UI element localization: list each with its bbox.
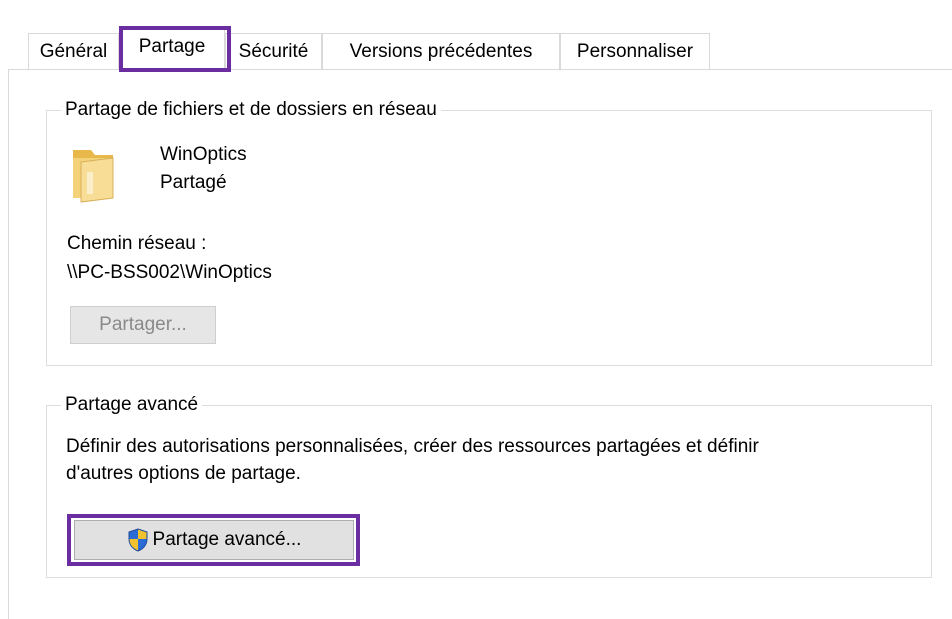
folder-status: Partagé (160, 172, 227, 193)
network-path-value: \\PC-BSS002\WinOptics (67, 262, 272, 283)
advanced-sharing-description-line2: d'autres options de partage. (66, 463, 301, 484)
advanced-sharing-button[interactable]: Partage avancé... (74, 520, 354, 560)
tab-general[interactable]: Général (28, 33, 119, 69)
tab-personnaliser[interactable]: Personnaliser (560, 33, 710, 69)
tab-strip: Général Partage Sécurité Versions précéd… (28, 28, 952, 70)
uac-shield-icon (128, 528, 148, 552)
advanced-sharing-legend: Partage avancé (61, 393, 203, 417)
folder-name: WinOptics (160, 144, 247, 165)
tab-partage[interactable]: Partage (119, 28, 225, 70)
network-sharing-legend: Partage de fichiers et de dossiers en ré… (61, 98, 441, 122)
tab-securite[interactable]: Sécurité (225, 33, 322, 69)
advanced-sharing-description-line1: Définir des autorisations personnalisées… (66, 436, 759, 457)
share-button[interactable]: Partager... (70, 306, 216, 344)
network-path-label: Chemin réseau : (67, 233, 207, 254)
properties-window: Général Partage Sécurité Versions précéd… (0, 0, 952, 619)
advanced-sharing-button-label: Partage avancé... (152, 529, 302, 550)
tab-versions-precedentes[interactable]: Versions précédentes (322, 33, 560, 69)
folder-icon (73, 150, 114, 203)
